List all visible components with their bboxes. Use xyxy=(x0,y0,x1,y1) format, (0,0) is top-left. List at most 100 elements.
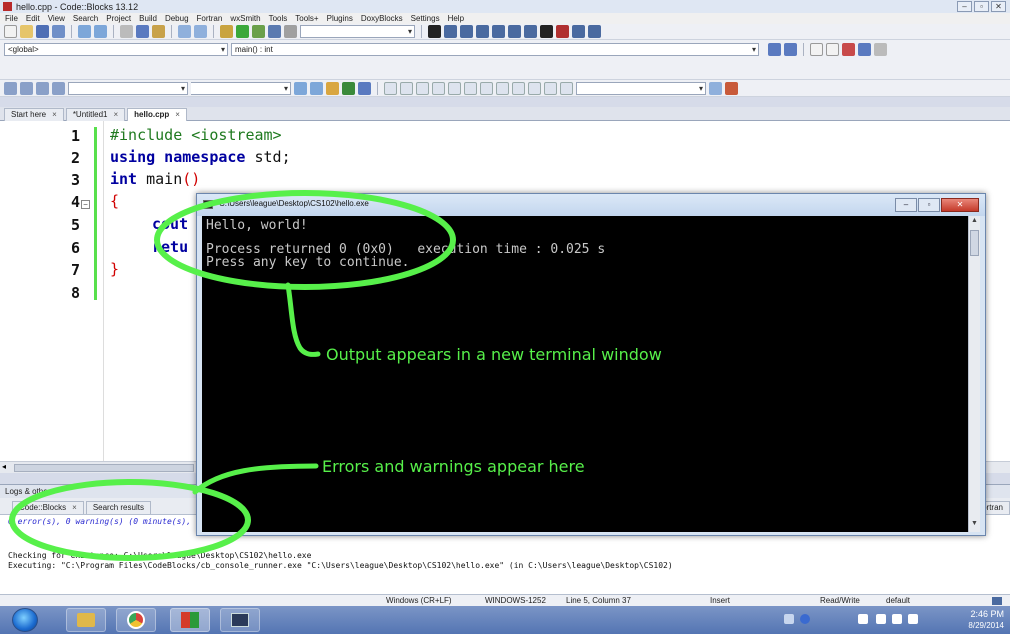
text-icon[interactable] xyxy=(358,81,371,95)
paste-icon[interactable] xyxy=(152,25,165,38)
scroll-left-icon[interactable]: ◂ xyxy=(2,462,6,471)
next-instruction-icon[interactable] xyxy=(508,25,521,38)
jump-combo[interactable] xyxy=(68,81,188,95)
open-folder-icon[interactable] xyxy=(20,25,33,38)
menu-search[interactable]: Search xyxy=(73,13,98,24)
start-button-icon[interactable] xyxy=(12,608,38,632)
tray-app-icon[interactable] xyxy=(784,614,794,624)
color-icon[interactable] xyxy=(560,81,573,95)
menu-edit[interactable]: Edit xyxy=(26,13,40,24)
zoom-out-icon[interactable] xyxy=(528,81,541,95)
sizer-icon[interactable] xyxy=(448,81,461,95)
replace-icon[interactable] xyxy=(194,25,207,38)
search-combo[interactable] xyxy=(576,81,706,95)
console-titlebar[interactable]: C:\Users\league\Desktop\CS102\hello.exe … xyxy=(197,194,985,216)
debug-windows-icon[interactable] xyxy=(572,25,585,38)
pause-icon[interactable] xyxy=(540,25,553,38)
grid-icon[interactable] xyxy=(464,81,477,95)
layout-icon[interactable] xyxy=(480,81,493,95)
tray-power-icon[interactable] xyxy=(876,614,886,624)
spell-icon[interactable] xyxy=(544,81,557,95)
panel-icon[interactable] xyxy=(432,81,445,95)
scroll-up-icon[interactable]: ▲ xyxy=(969,217,980,228)
console-vertical-scrollbar[interactable]: ▲ ▼ xyxy=(968,216,980,532)
doxy-help-icon[interactable] xyxy=(858,43,871,56)
cut-icon[interactable] xyxy=(120,25,133,38)
tray-network-icon[interactable] xyxy=(892,614,902,624)
rebuild-icon[interactable] xyxy=(268,25,281,38)
run-to-cursor-icon[interactable] xyxy=(444,25,457,38)
tab-search-results[interactable]: Search results xyxy=(85,501,151,514)
abort-icon[interactable] xyxy=(284,25,297,38)
new-file-icon[interactable] xyxy=(4,25,17,38)
explorer-taskbar-icon[interactable] xyxy=(66,608,106,632)
debug-run-icon[interactable] xyxy=(428,25,441,38)
console-taskbar-icon[interactable] xyxy=(220,608,260,632)
copy-icon[interactable] xyxy=(136,25,149,38)
next-bookmark-icon[interactable] xyxy=(36,81,49,95)
prev-bookmark-icon[interactable] xyxy=(4,81,17,95)
jump-icon[interactable] xyxy=(52,81,65,95)
select-icon[interactable] xyxy=(384,81,397,95)
console-close-button[interactable]: ✕ xyxy=(941,198,979,212)
tray-bluetooth-icon[interactable] xyxy=(800,614,810,624)
tools-icon[interactable] xyxy=(725,81,738,95)
doxy-config-icon[interactable] xyxy=(874,43,887,56)
doxy-comment-icon[interactable] xyxy=(810,43,823,56)
find-icon[interactable] xyxy=(178,25,191,38)
close-tab-icon[interactable]: × xyxy=(114,109,119,121)
redo-icon[interactable] xyxy=(94,25,107,38)
tab-hello-cpp[interactable]: hello.cpp × xyxy=(127,108,187,121)
save-all-icon[interactable] xyxy=(52,25,65,38)
menu-project[interactable]: Project xyxy=(106,13,131,24)
build-target-combo[interactable] xyxy=(300,25,415,38)
close-tab-icon[interactable]: × xyxy=(52,109,57,121)
highlight-icon[interactable] xyxy=(326,81,339,95)
debug-info-icon[interactable] xyxy=(588,25,601,38)
function-combo[interactable]: main() : int xyxy=(231,43,759,56)
restore-button[interactable]: ▫ xyxy=(974,1,989,12)
menu-doxyblocks[interactable]: DoxyBlocks xyxy=(361,13,403,24)
scope-combo[interactable]: <global> xyxy=(4,43,228,56)
menu-debug[interactable]: Debug xyxy=(165,13,189,24)
menu-plugins[interactable]: Plugins xyxy=(327,13,353,24)
symbol-combo[interactable] xyxy=(191,81,291,95)
forward-arrow-icon[interactable] xyxy=(310,81,323,95)
search-icon[interactable] xyxy=(709,81,722,95)
tab-start-here[interactable]: Start here × xyxy=(4,108,64,121)
match-icon[interactable] xyxy=(342,81,355,95)
menu-tools-plus[interactable]: Tools+ xyxy=(295,13,318,24)
tray-volume-icon[interactable] xyxy=(908,614,918,624)
console-minimize-button[interactable]: – xyxy=(895,198,917,212)
back-arrow-icon[interactable] xyxy=(294,81,307,95)
tab-untitled1[interactable]: *Untitled1 × xyxy=(65,108,126,121)
menu-build[interactable]: Build xyxy=(139,13,157,24)
fold-toggle-icon[interactable]: − xyxy=(81,200,90,209)
close-tab-icon[interactable]: × xyxy=(72,502,77,514)
menu-settings[interactable]: Settings xyxy=(411,13,440,24)
doxy-line-comment-icon[interactable] xyxy=(826,43,839,56)
close-tab-icon[interactable]: × xyxy=(175,109,180,121)
box-icon[interactable] xyxy=(496,81,509,95)
menu-file[interactable]: File xyxy=(5,13,18,24)
scrollbar-thumb[interactable] xyxy=(970,230,979,256)
jump-implementation-icon[interactable] xyxy=(784,43,797,56)
step-into-icon[interactable] xyxy=(476,25,489,38)
stop-debugger-icon[interactable] xyxy=(556,25,569,38)
scrollbar-thumb[interactable] xyxy=(14,464,194,472)
scroll-down-icon[interactable]: ▼ xyxy=(969,520,980,531)
doxy-wizard-icon[interactable] xyxy=(842,43,855,56)
menu-wxsmith[interactable]: wxSmith xyxy=(230,13,260,24)
console-maximize-button[interactable]: ▫ xyxy=(918,198,940,212)
run-icon[interactable] xyxy=(236,25,249,38)
jump-declaration-icon[interactable] xyxy=(768,43,781,56)
clock-time[interactable]: 2:46 PM xyxy=(970,609,1004,619)
chrome-taskbar-icon[interactable] xyxy=(116,608,156,632)
clock-date[interactable]: 8/29/2014 xyxy=(968,621,1004,630)
tab-codeblocks-log[interactable]: Code::Blocks × xyxy=(12,501,84,514)
step-instruction-icon[interactable] xyxy=(524,25,537,38)
menu-fortran[interactable]: Fortran xyxy=(197,13,223,24)
close-button[interactable]: ✕ xyxy=(991,1,1006,12)
codeblocks-taskbar-icon[interactable] xyxy=(170,608,210,632)
step-out-icon[interactable] xyxy=(492,25,505,38)
